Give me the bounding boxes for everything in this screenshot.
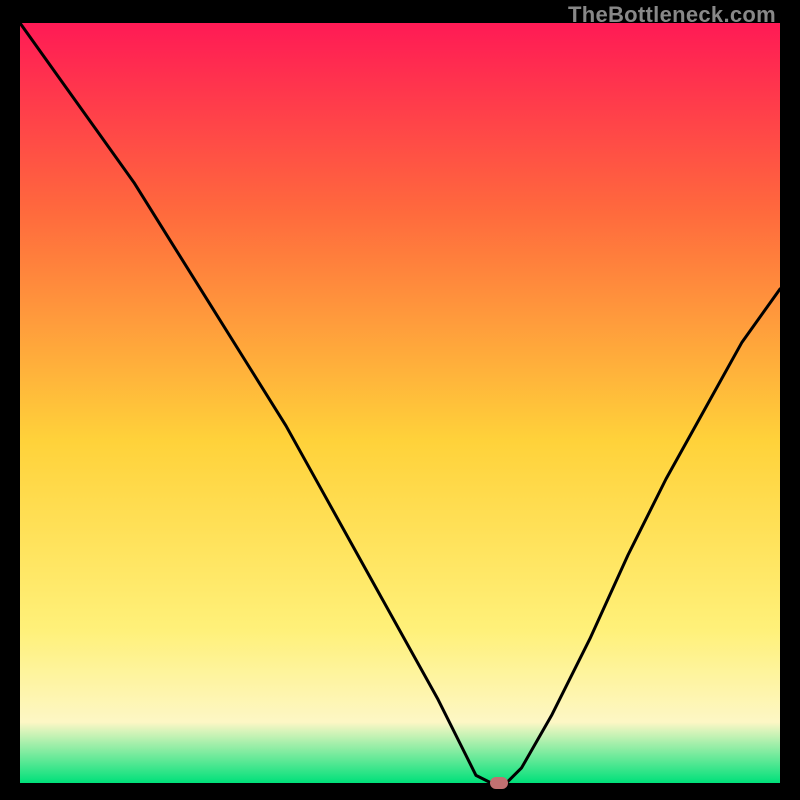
- optimum-marker: [490, 777, 508, 789]
- bottleneck-chart: [20, 23, 780, 783]
- chart-frame: TheBottleneck.com: [0, 0, 800, 800]
- gradient-background: [20, 23, 780, 783]
